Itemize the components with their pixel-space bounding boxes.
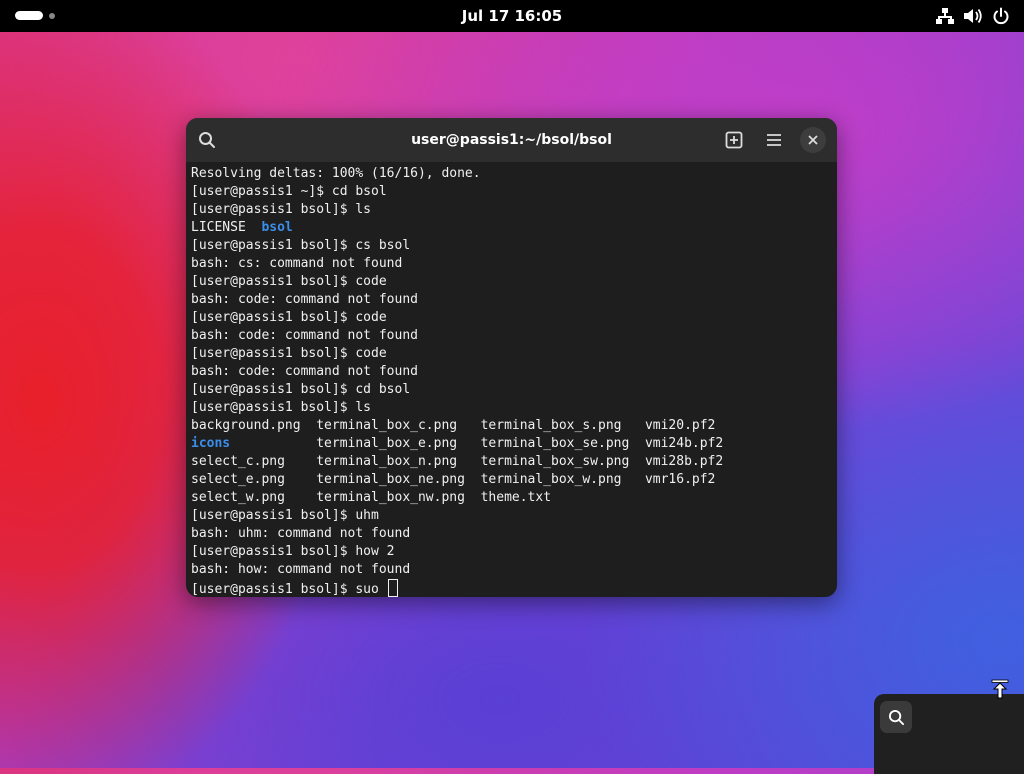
- overview-search-button[interactable]: [880, 701, 912, 733]
- terminal-text: bash: code: command not found: [191, 364, 418, 379]
- terminal-text: [user@passis1 bsol]$ code: [191, 310, 387, 325]
- terminal-line: [user@passis1 bsol]$ cs bsol: [191, 237, 832, 255]
- terminal-line: [user@passis1 bsol]$ code: [191, 309, 832, 327]
- terminal-text: [user@passis1 bsol]$ how 2: [191, 544, 395, 559]
- terminal-text: LICENSE: [191, 220, 262, 235]
- terminal-line: [user@passis1 bsol]$ ls: [191, 399, 832, 417]
- terminal-text: Resolving deltas: 100% (16/16), done.: [191, 166, 481, 181]
- directory-entry: icons: [191, 436, 231, 451]
- prompt-line[interactable]: [user@passis1 bsol]$ suo: [191, 579, 832, 597]
- terminal-header[interactable]: user@passis1:~/bsol/bsol: [186, 118, 837, 162]
- terminal-line: select_c.png terminal_box_n.png terminal…: [191, 453, 832, 471]
- terminal-text: background.png terminal_box_c.png termin…: [191, 418, 716, 433]
- terminal-line: bash: code: command not found: [191, 291, 832, 309]
- terminal-text: bash: uhm: command not found: [191, 526, 411, 541]
- terminal-line: [user@passis1 bsol]$ cd bsol: [191, 381, 832, 399]
- search-button[interactable]: [193, 126, 221, 154]
- terminal-text: [user@passis1 bsol]$ cs bsol: [191, 238, 411, 253]
- clock[interactable]: Jul 17 16:05: [462, 7, 562, 25]
- activities-button[interactable]: [15, 11, 55, 20]
- text-cursor: [387, 579, 398, 597]
- system-tray[interactable]: [936, 7, 1010, 25]
- terminal-text: select_w.png terminal_box_nw.png theme.t…: [191, 490, 552, 505]
- search-icon: [199, 132, 215, 148]
- terminal-text: terminal_box_e.png terminal_box_se.png v…: [230, 436, 724, 451]
- terminal-line: [user@passis1 bsol]$ ls: [191, 201, 832, 219]
- terminal-line: [user@passis1 bsol]$ uhm: [191, 507, 832, 525]
- terminal-text: [user@passis1 bsol]$ uhm: [191, 508, 379, 523]
- terminal-text: [user@passis1 bsol]$ ls: [191, 400, 372, 415]
- terminal-text: bash: code: command not found: [191, 328, 418, 343]
- terminal-line: background.png terminal_box_c.png termin…: [191, 417, 832, 435]
- overview-panel: [874, 694, 1024, 774]
- prompt-input[interactable]: [user@passis1 bsol]$ suo: [191, 582, 387, 597]
- terminal-text: [user@passis1 bsol]$ code: [191, 274, 387, 289]
- close-button[interactable]: [800, 127, 826, 153]
- menu-icon: [767, 134, 781, 146]
- workspace-indicator-active: [15, 11, 43, 20]
- close-icon: [808, 135, 818, 145]
- terminal-line: select_w.png terminal_box_nw.png theme.t…: [191, 489, 832, 507]
- network-icon[interactable]: [936, 7, 954, 25]
- terminal-text: [user@passis1 bsol]$ ls: [191, 202, 372, 217]
- terminal-line: bash: cs: command not found: [191, 255, 832, 273]
- terminal-line: bash: code: command not found: [191, 363, 832, 381]
- terminal-output[interactable]: Resolving deltas: 100% (16/16), done. [us…: [186, 162, 837, 597]
- menu-button[interactable]: [760, 126, 788, 154]
- power-icon[interactable]: [992, 7, 1010, 25]
- terminal-line: [user@passis1 ~]$ cd bsol: [191, 183, 832, 201]
- terminal-line: Resolving deltas: 100% (16/16), done.: [191, 165, 832, 183]
- terminal-line: select_e.png terminal_box_ne.png termina…: [191, 471, 832, 489]
- terminal-line: [user@passis1 bsol]$ how 2: [191, 543, 832, 561]
- new-tab-button[interactable]: [720, 126, 748, 154]
- terminal-line: icons terminal_box_e.png terminal_box_se…: [191, 435, 832, 453]
- terminal-window[interactable]: user@passis1:~/bsol/bsol Resolving delta…: [186, 118, 837, 597]
- workspace-indicator: [49, 12, 55, 19]
- mouse-cursor-icon: [991, 679, 1009, 699]
- directory-entry: bsol: [261, 220, 293, 235]
- terminal-line: bash: uhm: command not found: [191, 525, 832, 543]
- terminal-line: [user@passis1 bsol]$ code: [191, 273, 832, 291]
- terminal-text: select_e.png terminal_box_ne.png termina…: [191, 472, 716, 487]
- terminal-line: [user@passis1 bsol]$ code: [191, 345, 832, 363]
- terminal-text: [user@passis1 bsol]$ cd bsol: [191, 382, 411, 397]
- terminal-line: LICENSE bsol: [191, 219, 832, 237]
- terminal-line: bash: code: command not found: [191, 327, 832, 345]
- volume-icon[interactable]: [963, 7, 983, 25]
- clock-container: Jul 17 16:05: [0, 0, 1024, 32]
- terminal-text: [user@passis1 ~]$ cd bsol: [191, 184, 387, 199]
- top-bar: Jul 17 16:05: [0, 0, 1024, 32]
- terminal-text: [user@passis1 bsol]$ code: [191, 346, 387, 361]
- terminal-text: bash: code: command not found: [191, 292, 418, 307]
- terminal-line: bash: how: command not found: [191, 561, 832, 579]
- new-tab-icon: [725, 131, 743, 149]
- terminal-text: bash: how: command not found: [191, 562, 411, 577]
- terminal-text: bash: cs: command not found: [191, 256, 403, 271]
- terminal-text: select_c.png terminal_box_n.png terminal…: [191, 454, 724, 469]
- search-icon: [888, 709, 904, 725]
